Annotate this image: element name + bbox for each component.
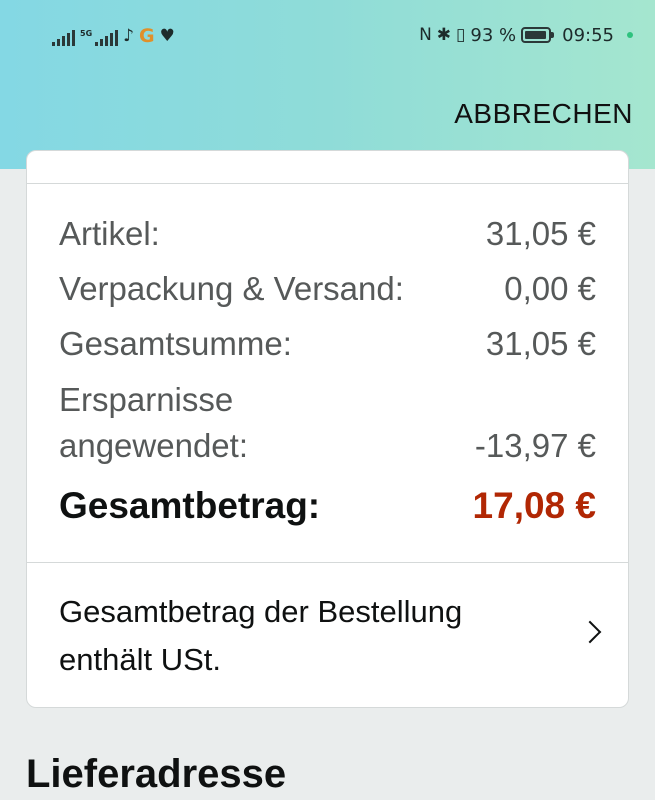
vibrate-icon: ▯ [456, 25, 466, 45]
subtotal-value: 31,05 € [485, 325, 596, 362]
g-app-icon: G [139, 25, 155, 47]
app-header: 5G ♪ G ♥ N ✱ ▯ 93 % 09:55 ABBRECHEN [0, 0, 655, 169]
tax-info-line1: Gesamtbetrag der Bestellung [59, 594, 463, 629]
tax-info-line2: enthält USt. [59, 642, 221, 677]
card-divider [27, 562, 628, 563]
notification-dot [627, 32, 633, 38]
card-top-divider [27, 183, 628, 184]
chevron-right-icon [578, 620, 602, 644]
shipping-row: Verpackung & Versand: 0,00 € [59, 266, 596, 312]
tiktok-icon: ♪ [123, 26, 134, 46]
savings-label-line1: Ersparnisse [59, 381, 234, 418]
nfc-icon: N [419, 25, 432, 45]
order-summary-card: Artikel: 31,05 € Verpackung & Versand: 0… [26, 150, 629, 708]
status-icons-left: 5G ♪ G ♥ [52, 24, 175, 46]
tax-info-row[interactable]: Gesamtbetrag der Bestellung enthält USt. [59, 588, 602, 688]
status-bar: 5G ♪ G ♥ N ✱ ▯ 93 % 09:55 [0, 20, 655, 50]
savings-row: Ersparnisse angewendet: -13,97 € [59, 377, 596, 469]
battery-icon [521, 27, 555, 43]
health-icon: ♥ [159, 26, 175, 46]
clock: 09:55 [562, 24, 614, 46]
items-row: Artikel: 31,05 € [59, 211, 596, 257]
savings-label: Ersparnisse angewendet: [59, 377, 248, 469]
cancel-button[interactable]: ABBRECHEN [454, 98, 633, 130]
subtotal-label: Gesamtsumme: [59, 325, 292, 362]
signal-icon [52, 30, 75, 46]
subtotal-row: Gesamtsumme: 31,05 € [59, 321, 596, 367]
shipping-label: Verpackung & Versand: [59, 270, 404, 307]
status-icons-right: N ✱ ▯ 93 % 09:55 [419, 23, 633, 47]
items-value: 31,05 € [485, 215, 596, 252]
savings-value: -13,97 € [474, 427, 596, 464]
battery-percent: 93 % [470, 24, 517, 46]
total-label: Gesamtbetrag: [59, 485, 321, 526]
delivery-address-heading: Lieferadresse [26, 752, 287, 796]
total-value: 17,08 € [472, 485, 596, 526]
items-label: Artikel: [59, 215, 160, 252]
battery-fill [525, 31, 546, 39]
bluetooth-icon: ✱ [436, 25, 452, 45]
shipping-value: 0,00 € [504, 270, 596, 307]
tax-info-text: Gesamtbetrag der Bestellung enthält USt. [59, 588, 559, 684]
total-row: Gesamtbetrag: 17,08 € [59, 483, 596, 529]
signal-5g-icon: 5G [80, 30, 119, 46]
savings-label-line2: angewendet: [59, 427, 248, 464]
